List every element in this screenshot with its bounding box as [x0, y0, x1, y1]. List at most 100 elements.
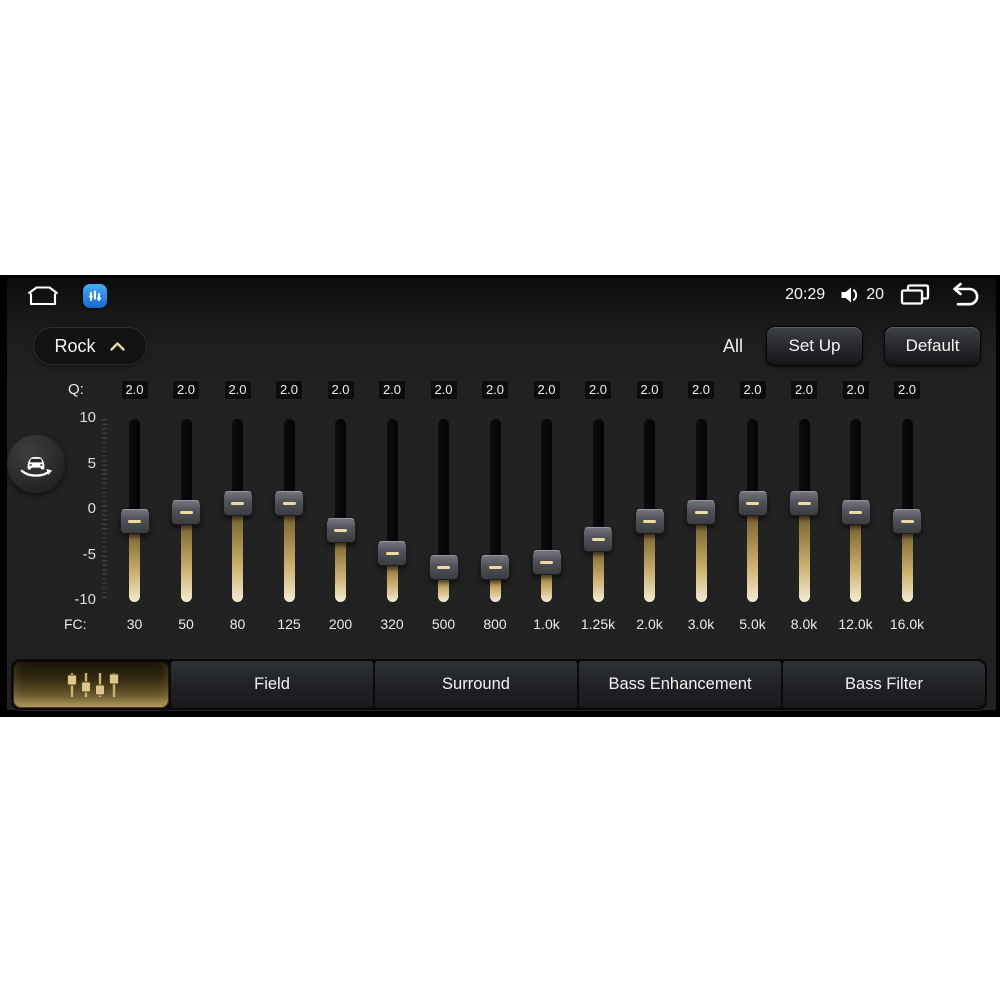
sound-field-car-button[interactable] [7, 435, 65, 493]
recent-apps-icon[interactable] [899, 282, 931, 307]
q-value: 2.0 [275, 380, 303, 400]
slider-track[interactable] [592, 419, 604, 540]
bottom-tab-bar: Field Surround Bass Enhancement Bass Filter [10, 658, 988, 711]
slider-fill [283, 503, 295, 602]
volume-indicator: 20 [840, 286, 884, 304]
default-button[interactable]: Default [884, 326, 981, 366]
slider-track[interactable] [386, 419, 398, 554]
q-value: 2.0 [326, 380, 355, 400]
q-value: 2.0 [223, 380, 252, 400]
gain-slider[interactable] [212, 418, 264, 602]
q-value: 2.0 [687, 380, 715, 400]
gain-slider[interactable] [675, 418, 727, 602]
slider-track[interactable] [695, 419, 707, 513]
slider-track[interactable] [489, 419, 501, 568]
eq-band-16.0k: 2.0 16.0k [881, 380, 933, 640]
gain-slider[interactable] [727, 418, 779, 602]
gain-slider[interactable] [366, 418, 418, 602]
gain-slider[interactable] [778, 418, 830, 602]
slider-track[interactable] [180, 419, 192, 513]
gain-slider[interactable] [830, 418, 882, 602]
gain-slider[interactable] [624, 418, 676, 602]
slider-fill [695, 512, 707, 602]
q-value: 2.0 [841, 380, 870, 400]
car-icon [20, 457, 53, 477]
slider-track[interactable] [850, 419, 861, 513]
eq-band-3.0k: 2.0 3.0k [675, 380, 727, 640]
q-value: 2.0 [378, 380, 406, 400]
slider-thumb[interactable] [480, 554, 510, 580]
tab-label: Field [254, 675, 290, 693]
slider-thumb[interactable] [377, 541, 407, 567]
equalizer-sliders-icon [67, 672, 119, 697]
clock: 20:29 [785, 285, 826, 303]
slider-fill [180, 512, 192, 602]
frequency-label: 16.0k [889, 616, 925, 632]
tab-field[interactable]: Field [171, 661, 373, 708]
slider-thumb[interactable] [634, 508, 665, 534]
slider-thumb[interactable] [325, 518, 356, 544]
eq-band-12.0k: 2.0 12.0k [830, 380, 882, 640]
q-value: 2.0 [481, 380, 509, 400]
eq-band-5.0k: 2.0 5.0k [727, 380, 779, 640]
status-bar-left [25, 283, 107, 308]
tab-surround[interactable]: Surround [375, 661, 577, 708]
slider-track[interactable] [438, 419, 449, 568]
tab-label: Bass Enhancement [608, 675, 752, 693]
all-label: All [722, 335, 743, 356]
eq-band-80: 2.0 80 [212, 380, 264, 640]
preset-dropdown[interactable]: Rock [33, 327, 147, 365]
slider-thumb[interactable] [737, 490, 768, 516]
slider-thumb[interactable] [686, 499, 716, 525]
back-icon[interactable] [946, 282, 980, 307]
slider-track[interactable] [129, 419, 140, 522]
q-value: 2.0 [532, 380, 561, 400]
tab-bass-enhancement[interactable]: Bass Enhancement [579, 661, 781, 708]
slider-track[interactable] [644, 419, 655, 522]
setup-button[interactable]: Set Up [766, 326, 863, 366]
tab-label: Bass Filter [845, 675, 923, 693]
fc-row-label: FC: [64, 616, 87, 632]
gain-slider[interactable] [469, 418, 521, 602]
eq-band-8.0k: 2.0 8.0k [778, 380, 830, 640]
eq-band-320: 2.0 320 [366, 380, 418, 640]
slider-thumb[interactable] [531, 550, 562, 576]
slider-thumb[interactable] [789, 490, 819, 516]
tab-equalizer[interactable] [13, 661, 169, 708]
q-value: 2.0 [120, 380, 149, 400]
slider-thumb[interactable] [222, 490, 253, 516]
gain-slider[interactable] [160, 418, 212, 602]
slider-track[interactable] [335, 419, 346, 531]
status-bar-right: 20:29 20 [785, 282, 980, 307]
slider-track[interactable] [541, 419, 552, 563]
slider-thumb[interactable] [119, 508, 150, 534]
q-value: 2.0 [790, 380, 818, 400]
gain-slider[interactable] [881, 418, 933, 602]
slider-fill [232, 503, 243, 602]
preset-label: Rock [54, 335, 96, 356]
gain-scale-label: -5 [82, 545, 96, 563]
slider-track[interactable] [901, 419, 913, 522]
gain-slider[interactable] [572, 418, 624, 602]
slider-thumb[interactable] [428, 554, 459, 580]
eq-band-200: 2.0 200 [315, 380, 367, 640]
gain-slider[interactable] [315, 418, 367, 602]
q-value: 2.0 [893, 380, 921, 400]
slider-thumb[interactable] [583, 527, 613, 553]
slider-thumb[interactable] [171, 499, 201, 525]
home-icon[interactable] [25, 283, 61, 308]
slider-thumb[interactable] [274, 490, 304, 516]
gain-slider[interactable] [109, 418, 161, 602]
slider-thumb[interactable] [892, 508, 922, 534]
slider-thumb[interactable] [840, 499, 871, 525]
music-app-icon[interactable] [83, 283, 107, 308]
slider-fill [850, 512, 861, 602]
gain-slider[interactable] [263, 418, 315, 602]
tab-bass-filter[interactable]: Bass Filter [783, 661, 985, 708]
gain-slider[interactable] [521, 418, 573, 602]
slider-fill [798, 503, 810, 602]
eq-band-800: 2.0 800 [469, 380, 521, 640]
eq-band-1.0k: 2.0 1.0k [521, 380, 573, 640]
gain-slider[interactable] [418, 418, 470, 602]
volume-level: 20 [866, 285, 884, 303]
